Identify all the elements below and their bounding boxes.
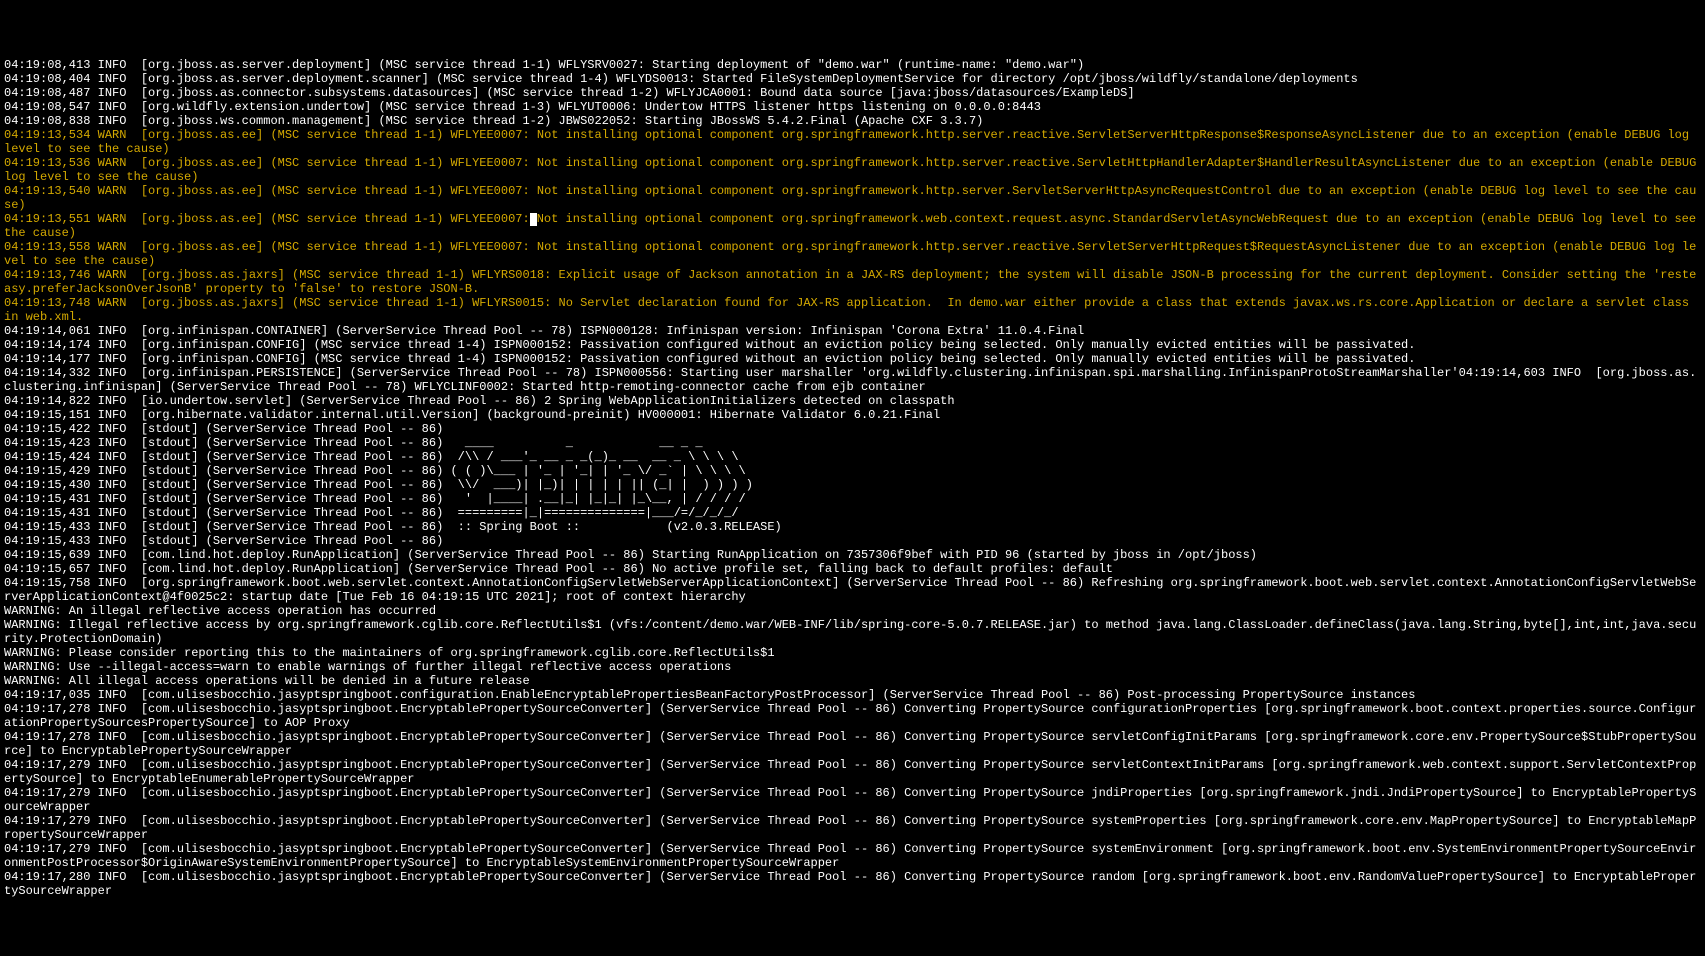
log-line: 04:19:17,280 INFO [com.ulisesbocchio.jas… bbox=[4, 870, 1701, 898]
log-line: 04:19:08,413 INFO [org.jboss.as.server.d… bbox=[4, 58, 1701, 72]
text-cursor bbox=[530, 213, 537, 226]
log-line: 04:19:17,279 INFO [com.ulisesbocchio.jas… bbox=[4, 814, 1701, 842]
log-line: 04:19:14,174 INFO [org.infinispan.CONFIG… bbox=[4, 338, 1701, 352]
log-line: 04:19:15,758 INFO [org.springframework.b… bbox=[4, 576, 1701, 604]
log-line: 04:19:15,430 INFO [stdout] (ServerServic… bbox=[4, 478, 1701, 492]
log-line: 04:19:13,536 WARN [org.jboss.as.ee] (MSC… bbox=[4, 156, 1701, 184]
terminal-output: { "lines": [ {"cls":"info","text":"04:19… bbox=[0, 28, 1705, 914]
log-line: 04:19:13,534 WARN [org.jboss.as.ee] (MSC… bbox=[4, 128, 1701, 156]
log-line: WARNING: Illegal reflective access by or… bbox=[4, 618, 1701, 646]
log-line: 04:19:08,404 INFO [org.jboss.as.server.d… bbox=[4, 72, 1701, 86]
log-line: 04:19:13,540 WARN [org.jboss.as.ee] (MSC… bbox=[4, 184, 1701, 212]
log-line: 04:19:15,431 INFO [stdout] (ServerServic… bbox=[4, 506, 1701, 520]
log-line: 04:19:15,422 INFO [stdout] (ServerServic… bbox=[4, 422, 1701, 436]
log-line: 04:19:17,279 INFO [com.ulisesbocchio.jas… bbox=[4, 758, 1701, 786]
log-line: 04:19:15,429 INFO [stdout] (ServerServic… bbox=[4, 464, 1701, 478]
log-line: 04:19:17,278 INFO [com.ulisesbocchio.jas… bbox=[4, 730, 1701, 758]
log-line: 04:19:08,547 INFO [org.wildfly.extension… bbox=[4, 100, 1701, 114]
log-line: 04:19:13,748 WARN [org.jboss.as.jaxrs] (… bbox=[4, 296, 1701, 324]
log-line: 04:19:14,177 INFO [org.infinispan.CONFIG… bbox=[4, 352, 1701, 366]
log-line: WARNING: An illegal reflective access op… bbox=[4, 604, 1701, 618]
log-line: 04:19:15,424 INFO [stdout] (ServerServic… bbox=[4, 450, 1701, 464]
log-line: 04:19:15,433 INFO [stdout] (ServerServic… bbox=[4, 520, 1701, 534]
log-line: 04:19:13,558 WARN [org.jboss.as.ee] (MSC… bbox=[4, 240, 1701, 268]
log-line: 04:19:15,639 INFO [com.lind.hot.deploy.R… bbox=[4, 548, 1701, 562]
log-line: 04:19:08,487 INFO [org.jboss.as.connecto… bbox=[4, 86, 1701, 100]
log-line: 04:19:15,657 INFO [com.lind.hot.deploy.R… bbox=[4, 562, 1701, 576]
log-line: 04:19:14,332 INFO [org.infinispan.PERSIS… bbox=[4, 366, 1701, 394]
log-line: WARNING: All illegal access operations w… bbox=[4, 674, 1701, 688]
log-lines: 04:19:08,413 INFO [org.jboss.as.server.d… bbox=[4, 58, 1701, 898]
log-line: WARNING: Please consider reporting this … bbox=[4, 646, 1701, 660]
log-line: 04:19:17,278 INFO [com.ulisesbocchio.jas… bbox=[4, 702, 1701, 730]
log-line: 04:19:17,035 INFO [com.ulisesbocchio.jas… bbox=[4, 688, 1701, 702]
log-line: 04:19:15,423 INFO [stdout] (ServerServic… bbox=[4, 436, 1701, 450]
log-line: 04:19:13,551 WARN [org.jboss.as.ee] (MSC… bbox=[4, 212, 1701, 240]
log-line: 04:19:14,822 INFO [io.undertow.servlet] … bbox=[4, 394, 1701, 408]
log-line: 04:19:17,279 INFO [com.ulisesbocchio.jas… bbox=[4, 786, 1701, 814]
log-line: WARNING: Use --illegal-access=warn to en… bbox=[4, 660, 1701, 674]
log-line: 04:19:15,431 INFO [stdout] (ServerServic… bbox=[4, 492, 1701, 506]
log-line: 04:19:08,838 INFO [org.jboss.ws.common.m… bbox=[4, 114, 1701, 128]
log-line: 04:19:17,279 INFO [com.ulisesbocchio.jas… bbox=[4, 842, 1701, 870]
log-line: 04:19:13,746 WARN [org.jboss.as.jaxrs] (… bbox=[4, 268, 1701, 296]
log-line: 04:19:15,433 INFO [stdout] (ServerServic… bbox=[4, 534, 1701, 548]
log-line: 04:19:15,151 INFO [org.hibernate.validat… bbox=[4, 408, 1701, 422]
log-line: 04:19:14,061 INFO [org.infinispan.CONTAI… bbox=[4, 324, 1701, 338]
